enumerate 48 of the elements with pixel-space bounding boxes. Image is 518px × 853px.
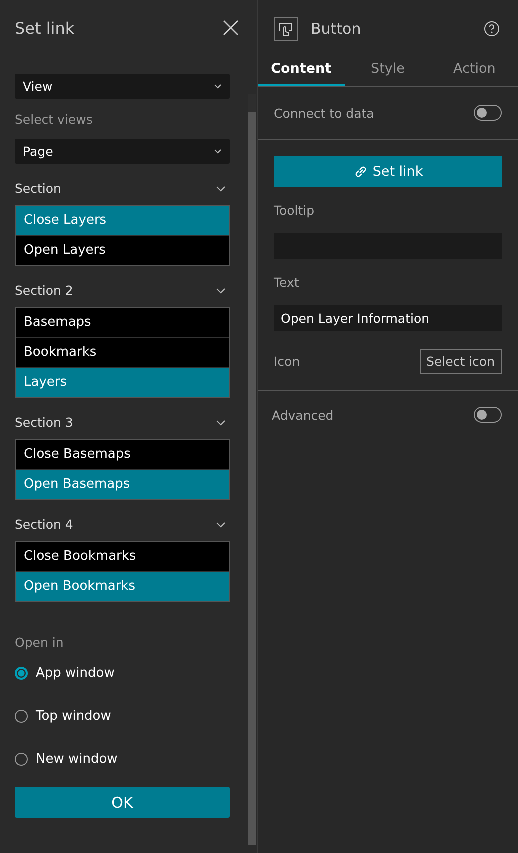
view-list-item[interactable]: Basemaps <box>16 308 229 337</box>
view-list-item[interactable]: Close Bookmarks <box>16 542 229 571</box>
toggle-switch[interactable] <box>474 407 502 423</box>
help-icon[interactable] <box>484 20 500 36</box>
chevron-down-icon <box>214 84 222 89</box>
section-title: Section 2 <box>15 283 74 298</box>
section-title: Section 3 <box>15 415 74 430</box>
setting-label: Advanced <box>272 408 334 422</box>
tab[interactable]: Content <box>258 53 345 86</box>
chevron-down-icon <box>214 149 222 154</box>
scrollbar[interactable] <box>248 94 256 845</box>
view-list-item[interactable]: Open Layers <box>16 235 229 265</box>
chevron-icon[interactable] <box>216 420 226 426</box>
radio-button[interactable] <box>15 752 28 766</box>
close-icon[interactable] <box>223 20 239 36</box>
radio-label: Top window <box>36 708 112 724</box>
view-list-item[interactable]: Close Basemaps <box>16 440 229 469</box>
set-link-button[interactable]: Set link <box>274 156 502 187</box>
setting-label: Connect to data <box>274 106 374 120</box>
panel-title: Button <box>311 20 362 38</box>
view-list-item[interactable]: Layers <box>16 367 229 397</box>
toggle-switch[interactable] <box>474 105 502 121</box>
section-title: Section <box>15 181 62 196</box>
views-select[interactable]: Page <box>15 139 230 164</box>
view-list-item[interactable]: Open Bookmarks <box>16 571 229 601</box>
field-label: Icon <box>274 354 300 369</box>
radio-label: App window <box>36 666 115 680</box>
tab[interactable]: Action <box>431 53 518 86</box>
select-icon-button[interactable]: Select icon <box>420 349 502 374</box>
field-label: Tooltip <box>274 203 316 218</box>
section-title: Section 4 <box>15 517 74 532</box>
tab[interactable]: Style <box>344 53 432 86</box>
dialog-title: Set link <box>15 18 75 38</box>
chevron-icon[interactable] <box>216 288 226 294</box>
chevron-icon[interactable] <box>216 186 226 192</box>
ok-button[interactable]: OK <box>15 787 230 818</box>
chevron-icon[interactable] <box>216 522 226 528</box>
text-field[interactable]: Open Layer Information <box>274 305 502 331</box>
view-list-item[interactable]: Open Basemaps <box>16 469 229 499</box>
radio-button[interactable] <box>15 710 28 722</box>
radio-label: New window <box>36 752 118 766</box>
link-type-select[interactable]: View <box>15 74 230 99</box>
view-list-item[interactable]: Bookmarks <box>16 337 229 367</box>
field-label: Select views <box>15 112 94 127</box>
radio-button[interactable] <box>15 666 28 680</box>
field-label: Text <box>274 275 300 290</box>
field-label: Open in <box>15 635 65 650</box>
view-list-item[interactable]: Close Layers <box>16 206 229 235</box>
